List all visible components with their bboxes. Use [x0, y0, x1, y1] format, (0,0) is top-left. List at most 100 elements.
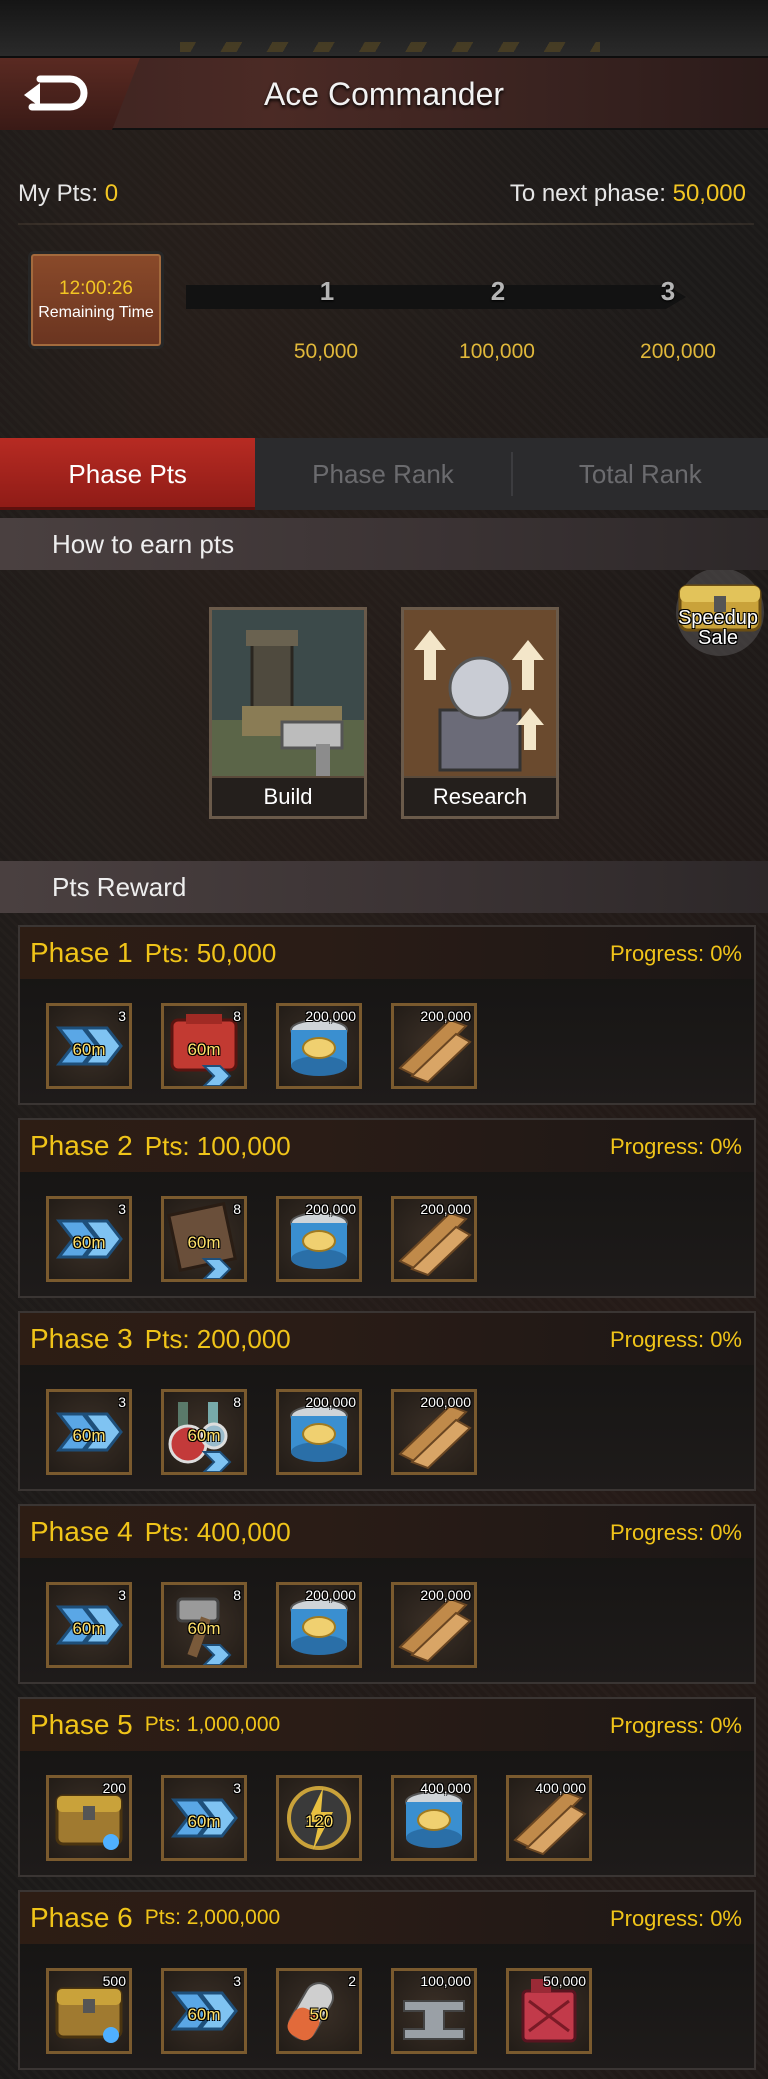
reward-item-count: 200,000 — [420, 1201, 471, 1217]
reward-item[interactable]: 200,000 — [391, 1196, 477, 1282]
hazard-stripes — [180, 42, 600, 52]
earn-card-research[interactable]: Research — [401, 607, 559, 819]
tab-bar: Phase Pts Phase Rank Total Rank — [0, 438, 768, 510]
reward-item[interactable]: 120 — [276, 1775, 362, 1861]
reward-item[interactable]: 50,000 — [506, 1968, 592, 2054]
my-pts-label: My Pts: — [18, 180, 99, 207]
reward-item-label: 120 — [304, 1812, 334, 1831]
milestone-marker-3: 3 — [660, 276, 676, 306]
reward-item[interactable]: 60m 8 — [161, 1003, 247, 1089]
reward-item[interactable]: 60m 3 — [161, 1775, 247, 1861]
reward-item[interactable]: 60m 3 — [46, 1196, 132, 1282]
reward-item-count: 3 — [118, 1587, 126, 1603]
tab-total-rank[interactable]: Total Rank — [513, 438, 768, 510]
reward-item-label: 60m — [72, 1040, 106, 1059]
phase-name: Phase 4 — [30, 1516, 133, 1547]
reward-item[interactable]: 200,000 — [391, 1582, 477, 1668]
reward-item-label: 60m — [187, 1233, 221, 1252]
phase-card: Phase 6 Pts: 2,000,000 Progress: 0% 500 60m 3… — [18, 1890, 756, 2070]
reward-item-count: 200,000 — [420, 1394, 471, 1410]
build-label: Build — [212, 776, 364, 816]
reward-item-label: 60m — [72, 1619, 106, 1638]
phase-name: Phase 5 — [30, 1709, 133, 1740]
reward-item-count: 3 — [118, 1008, 126, 1024]
next-phase-value: 50,000 — [672, 180, 746, 207]
reward-item[interactable]: 60m 3 — [46, 1003, 132, 1089]
research-icon — [404, 610, 556, 778]
reward-item-count: 400,000 — [420, 1780, 471, 1796]
speedup-sale-label: Speedup Sale — [668, 608, 768, 648]
phase-progress: Progress: 0% — [609, 1713, 742, 1738]
reward-item[interactable]: 200,000 — [276, 1389, 362, 1475]
speedup-sale-line1: Speedup — [677, 607, 759, 629]
phase-progress: Progress: 0% — [609, 1327, 742, 1352]
reward-item[interactable]: 100,000 — [391, 1968, 477, 2054]
reward-item-count: 8 — [233, 1008, 241, 1024]
reward-item[interactable]: 60m 3 — [46, 1389, 132, 1475]
reward-item[interactable]: 500 — [46, 1968, 132, 2054]
phase-header: Phase 4 Pts: 400,000 Progress: 0% — [20, 1506, 754, 1558]
reward-item[interactable]: 50 2 — [276, 1968, 362, 2054]
reward-item[interactable]: 400,000 — [506, 1775, 592, 1861]
reward-item[interactable]: 200,000 — [276, 1582, 362, 1668]
research-label: Research — [404, 776, 556, 816]
phase-points: Pts: 200,000 — [144, 1323, 291, 1354]
next-phase: To next phase: 50,000 — [510, 180, 746, 208]
reward-item[interactable]: 60m 8 — [161, 1389, 247, 1475]
milestone-value-1: 50,000 — [293, 340, 359, 363]
milestone-marker-2: 2 — [490, 276, 506, 306]
my-pts: My Pts: 0 — [18, 180, 118, 208]
earn-card-build[interactable]: Build — [209, 607, 367, 819]
phase-header: Phase 2 Pts: 100,000 Progress: 0% — [20, 1120, 754, 1172]
phase-progress: Progress: 0% — [609, 1134, 742, 1159]
milestone-value-3: 200,000 — [640, 340, 716, 363]
reward-item[interactable]: 200 — [46, 1775, 132, 1861]
speedup-sale-line2: Sale — [697, 627, 739, 649]
reward-item-count: 8 — [233, 1587, 241, 1603]
reward-item[interactable]: 60m 8 — [161, 1196, 247, 1282]
reward-item[interactable]: 200,000 — [391, 1389, 477, 1475]
phase-progress: Progress: 0% — [609, 1906, 742, 1931]
phase-header: Phase 6 Pts: 2,000,000 Progress: 0% — [20, 1892, 754, 1944]
reward-item-label: 60m — [187, 2005, 221, 2024]
reward-item-count: 200,000 — [305, 1587, 356, 1603]
reward-item-count: 200,000 — [305, 1394, 356, 1410]
phase-name: Phase 6 — [30, 1902, 133, 1933]
reward-item-count: 3 — [118, 1394, 126, 1410]
reward-item-count: 2 — [348, 1973, 356, 1989]
my-pts-value: 0 — [104, 180, 119, 207]
phase-points: Pts: 400,000 — [144, 1516, 291, 1547]
reward-item-label: 60m — [187, 1426, 221, 1445]
phase-progress: Progress: 0% — [609, 1520, 742, 1545]
tab-phase-rank[interactable]: Phase Rank — [255, 438, 510, 510]
divider — [18, 223, 754, 225]
reward-item-label: 50 — [309, 2005, 329, 2024]
points-row: My Pts: 0 To next phase: 50,000 — [0, 130, 768, 226]
phase-points: Pts: 50,000 — [144, 937, 277, 968]
remaining-time-label: Remaining Time — [38, 304, 154, 321]
reward-item[interactable]: 200,000 — [276, 1196, 362, 1282]
research-image — [404, 610, 556, 778]
reward-item-count: 200,000 — [420, 1587, 471, 1603]
speedup-sale-button[interactable]: Speedup Sale — [666, 568, 768, 660]
reward-item-count: 8 — [233, 1201, 241, 1217]
phase-card: Phase 5 Pts: 1,000,000 Progress: 0% 200 60m 3… — [18, 1697, 756, 1877]
phase-name: Phase 2 — [30, 1130, 133, 1161]
reward-item[interactable]: 60m 3 — [161, 1968, 247, 2054]
reward-item[interactable]: 400,000 — [391, 1775, 477, 1861]
phase-name: Phase 3 — [30, 1323, 133, 1354]
remaining-time-value: 12:00:26 — [59, 278, 133, 299]
reward-item[interactable]: 60m 8 — [161, 1582, 247, 1668]
top-bar — [0, 0, 768, 58]
earn-section-header: How to earn pts — [0, 518, 768, 570]
reward-item[interactable]: 60m 3 — [46, 1582, 132, 1668]
reward-item-label: 60m — [187, 1619, 221, 1638]
reward-item-count: 500 — [102, 1973, 126, 1989]
reward-item-label: 60m — [187, 1812, 221, 1831]
tab-phase-pts[interactable]: Phase Pts — [0, 438, 256, 510]
timer-box: 12:00:26 Remaining Time — [28, 251, 164, 349]
phase-header: Phase 1 Pts: 50,000 Progress: 0% — [20, 927, 754, 979]
reward-item[interactable]: 200,000 — [391, 1003, 477, 1089]
next-phase-label: To next phase: — [509, 180, 666, 207]
reward-item[interactable]: 200,000 — [276, 1003, 362, 1089]
